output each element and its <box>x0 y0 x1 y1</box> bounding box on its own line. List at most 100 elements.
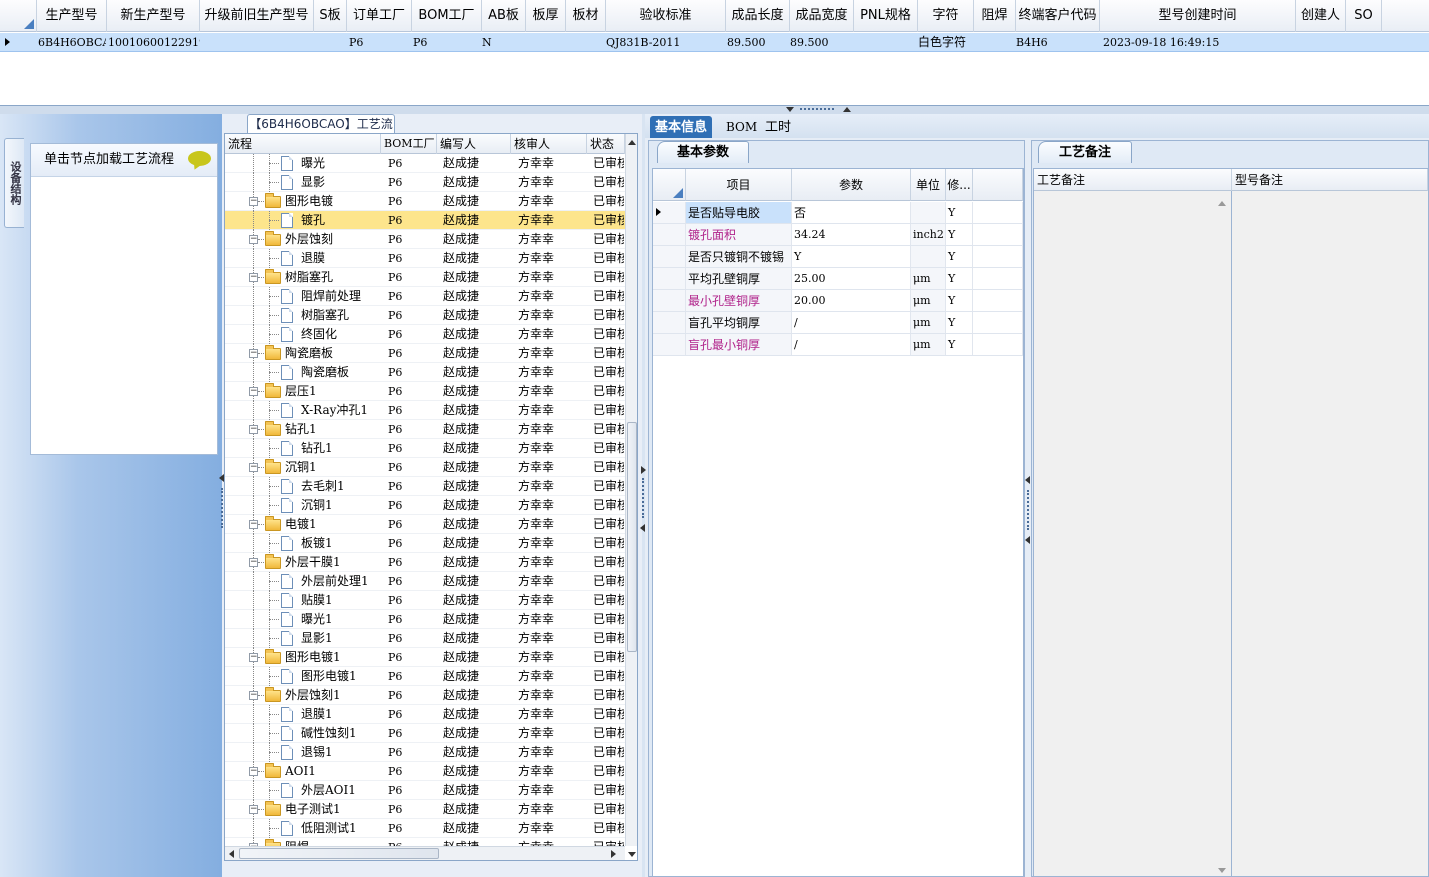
tree-row[interactable]: 图形电镀1 P6 赵成捷 方幸幸 已审核 <box>225 667 625 686</box>
scroll-thumb[interactable] <box>239 848 439 859</box>
scroll-down-icon[interactable] <box>628 852 636 857</box>
param-value[interactable]: 34.24 <box>792 224 911 245</box>
col-order-factory[interactable]: 订单工厂 <box>347 0 412 32</box>
tree-row[interactable]: 曝光1 P6 赵成捷 方幸幸 已审核 <box>225 610 625 629</box>
col-char[interactable]: 字符 <box>918 0 974 32</box>
param-value[interactable]: / <box>792 334 911 355</box>
collapse-icon[interactable]: − <box>249 805 258 814</box>
tree-row[interactable]: 外层AOI1 P6 赵成捷 方幸幸 已审核 <box>225 781 625 800</box>
col-bom-factory[interactable]: BOM工厂 <box>381 134 437 154</box>
col-bom-factory[interactable]: BOM工厂 <box>412 0 482 32</box>
scroll-down-icon[interactable] <box>1218 868 1226 873</box>
param-value[interactable]: 25.00 <box>792 268 911 289</box>
process-flow-title[interactable]: 【6B4H6OBCAO】工艺流程 <box>247 114 395 149</box>
param-row-selector[interactable] <box>653 290 686 311</box>
tree-row[interactable]: − AOI1 P6 赵成捷 方幸幸 已审核 <box>225 762 625 781</box>
tree-row[interactable]: 显影1 P6 赵成捷 方幸幸 已审核 <box>225 629 625 648</box>
tree-row[interactable]: 沉铜1 P6 赵成捷 方幸幸 已审核 <box>225 496 625 515</box>
cell-customer-code[interactable]: B4H6 <box>1016 33 1076 52</box>
tree-row[interactable]: 曝光 P6 赵成捷 方幸幸 已审核 <box>225 154 625 173</box>
scroll-up-icon[interactable] <box>1218 201 1226 206</box>
col-param[interactable]: 参数 <box>792 169 911 201</box>
model-notes-textarea[interactable] <box>1233 191 1428 876</box>
col-solder[interactable]: 阻焊 <box>974 0 1016 32</box>
collapse-icon[interactable]: − <box>249 653 258 662</box>
tree-row[interactable]: 板镀1 P6 赵成捷 方幸幸 已审核 <box>225 534 625 553</box>
tree-row[interactable]: − 沉铜1 P6 赵成捷 方幸幸 已审核 <box>225 458 625 477</box>
param-value[interactable]: 20.00 <box>792 290 911 311</box>
col-customer-code[interactable]: 终端客户代码 <box>1016 0 1100 32</box>
tree-row[interactable]: 显影 P6 赵成捷 方幸幸 已审核 <box>225 173 625 192</box>
col-writer[interactable]: 编写人 <box>437 134 511 154</box>
col-ab-board[interactable]: AB板 <box>482 0 526 32</box>
tree-row[interactable]: 树脂塞孔 P6 赵成捷 方幸幸 已审核 <box>225 306 625 325</box>
param-row-selector[interactable] <box>653 246 686 267</box>
collapse-left-icon[interactable] <box>640 524 645 532</box>
cell-length[interactable]: 89.500 <box>727 33 787 52</box>
cell-char[interactable]: 白色字符 <box>918 33 974 52</box>
col-pnl[interactable]: PNL规格 <box>854 0 918 32</box>
col-model[interactable]: 生产型号 <box>37 0 107 32</box>
cell-width[interactable]: 89.500 <box>790 33 850 52</box>
col-reviewer[interactable]: 核审人 <box>511 134 587 154</box>
tree-horizontal-scrollbar[interactable] <box>225 846 625 860</box>
col-s-board[interactable]: S板 <box>314 0 347 32</box>
param-modify[interactable]: Y <box>946 290 973 311</box>
col-modify[interactable]: 修... <box>946 169 973 201</box>
param-modify[interactable]: Y <box>946 202 973 223</box>
param-row[interactable]: 是否只镀铜不镀锡 Y Y <box>653 246 1023 268</box>
tree-row[interactable]: 退锡1 P6 赵成捷 方幸幸 已审核 <box>225 743 625 762</box>
col-status[interactable]: 状态 <box>587 134 625 154</box>
tree-row[interactable]: − 陶瓷磨板 P6 赵成捷 方幸幸 已审核 <box>225 344 625 363</box>
param-row-selector[interactable] <box>653 224 686 245</box>
param-row[interactable]: 平均孔壁铜厚 25.00 μm Y <box>653 268 1023 290</box>
collapse-icon[interactable]: − <box>249 767 258 776</box>
cell-standard[interactable]: QJ831B-2011 <box>606 33 716 52</box>
tab-equipment-structure[interactable]: 设备结构 <box>4 138 24 228</box>
tree-row[interactable]: − 层压1 P6 赵成捷 方幸幸 已审核 <box>225 382 625 401</box>
param-row[interactable]: 是否贴导电胶否 Y <box>653 202 1023 224</box>
col-new-model[interactable]: 新生产型号 <box>107 0 200 32</box>
collapse-icon[interactable]: − <box>249 197 258 206</box>
param-row[interactable]: 镀孔面积 34.24 inch2 Y <box>653 224 1023 246</box>
tree-row[interactable]: − 图形电镀 P6 赵成捷 方幸幸 已审核 <box>225 192 625 211</box>
param-modify[interactable]: Y <box>946 334 973 355</box>
col-unit[interactable]: 单位 <box>911 169 946 201</box>
middle-splitter[interactable] <box>640 460 646 540</box>
tree-row[interactable]: 退膜 P6 赵成捷 方幸幸 已审核 <box>225 249 625 268</box>
collapse-icon[interactable]: − <box>249 558 258 567</box>
tree-row[interactable]: 贴膜1 P6 赵成捷 方幸幸 已审核 <box>225 591 625 610</box>
tab-work-hours[interactable]: 工时 <box>760 116 796 138</box>
scroll-right-icon[interactable] <box>611 850 616 858</box>
tree-row[interactable]: 陶瓷磨板 P6 赵成捷 方幸幸 已审核 <box>225 363 625 382</box>
tree-row[interactable]: − 电子测试1 P6 赵成捷 方幸幸 已审核 <box>225 800 625 819</box>
tree-row[interactable]: − 外层蚀刻1 P6 赵成捷 方幸幸 已审核 <box>225 686 625 705</box>
tree-row[interactable]: 钻孔1 P6 赵成捷 方幸幸 已审核 <box>225 439 625 458</box>
tree-row[interactable]: 退膜1 P6 赵成捷 方幸幸 已审核 <box>225 705 625 724</box>
collapse-icon[interactable]: − <box>249 520 258 529</box>
param-row-selector[interactable] <box>653 334 686 355</box>
tab-basic-params[interactable]: 基本参数 <box>657 141 749 163</box>
param-modify[interactable]: Y <box>946 268 973 289</box>
col-length[interactable]: 成品长度 <box>726 0 790 32</box>
param-row[interactable]: 最小孔壁铜厚 20.00 μm Y <box>653 290 1023 312</box>
param-value[interactable]: Y <box>792 246 911 267</box>
cell-ab-board[interactable]: N <box>482 33 512 52</box>
tree-row[interactable]: 外层前处理1 P6 赵成捷 方幸幸 已审核 <box>225 572 625 591</box>
tab-process-notes[interactable]: 工艺备注 <box>1038 141 1132 163</box>
tree-row[interactable]: 碱性蚀刻1 P6 赵成捷 方幸幸 已审核 <box>225 724 625 743</box>
tree-row[interactable]: 终固化 P6 赵成捷 方幸幸 已审核 <box>225 325 625 344</box>
tab-basic-info[interactable]: 基本信息 <box>650 116 713 138</box>
col-model-notes[interactable]: 型号备注 <box>1232 169 1428 191</box>
load-flow-hint[interactable]: 单击节点加载工艺流程 <box>31 144 217 177</box>
cell-model[interactable]: 6B4H6OBCAO <box>38 33 106 52</box>
param-value[interactable]: 否 <box>792 202 911 223</box>
cell-order-factory[interactable]: P6 <box>349 33 389 52</box>
col-material[interactable]: 板材 <box>566 0 606 32</box>
param-row-selector[interactable] <box>653 202 686 223</box>
col-old-model[interactable]: 升级前旧生产型号 <box>200 0 314 32</box>
tree-row[interactable]: 去毛刺1 P6 赵成捷 方幸幸 已审核 <box>225 477 625 496</box>
col-so[interactable]: SO <box>1346 0 1382 32</box>
collapse-icon[interactable]: − <box>249 235 258 244</box>
cell-new-model[interactable]: 10010600122919 <box>108 33 200 52</box>
